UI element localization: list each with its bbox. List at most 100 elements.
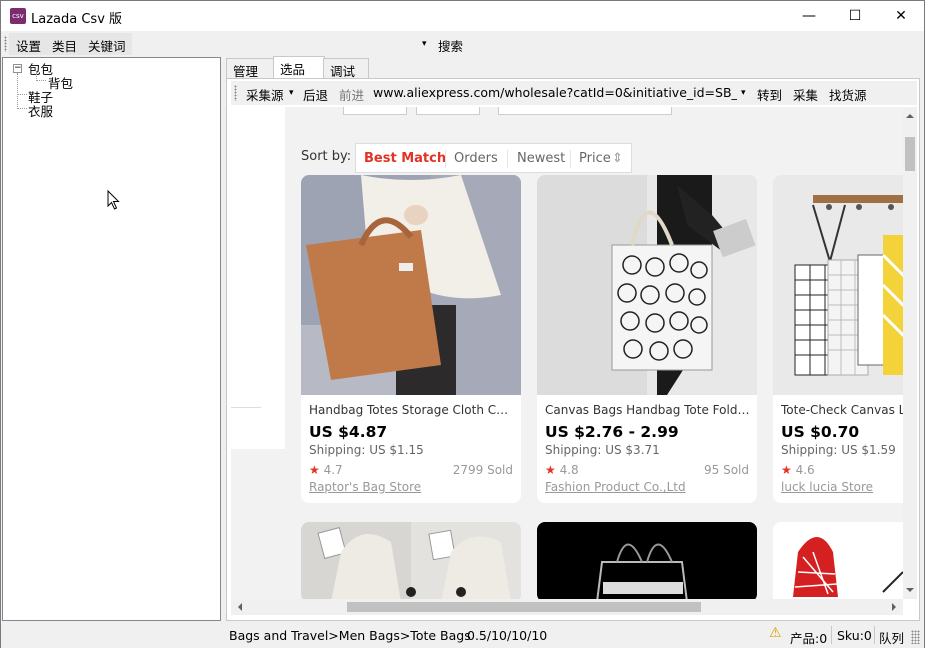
horizontal-scroll-thumb[interactable] bbox=[347, 602, 701, 612]
close-button[interactable]: ✕ bbox=[878, 1, 924, 31]
product-card[interactable] bbox=[773, 522, 903, 599]
menu-search[interactable]: 搜索 bbox=[438, 36, 463, 55]
product-sold: 2799 Sold bbox=[452, 463, 513, 477]
filter-input-partial[interactable] bbox=[416, 107, 480, 115]
window-title: Lazada Csv 版 bbox=[31, 12, 123, 27]
product-image[interactable] bbox=[537, 522, 757, 599]
sort-orders[interactable]: Orders bbox=[454, 151, 498, 166]
product-rating: ★ 4.6 bbox=[781, 463, 815, 477]
store-link[interactable]: Raptor's Bag Store bbox=[309, 480, 421, 494]
product-shipping: Shipping: US $1.15 bbox=[309, 443, 424, 457]
resize-grip-icon[interactable] bbox=[911, 630, 920, 644]
search-dropdown-icon[interactable]: ▾ bbox=[422, 39, 427, 49]
product-shipping: Shipping: US $1.59 bbox=[781, 443, 896, 457]
product-rating: ★ 4.8 bbox=[545, 463, 579, 477]
product-title[interactable]: Tote-Check Canvas Linen bbox=[781, 403, 903, 417]
title-bar: csv Lazada Csv 版 — ☐ ✕ bbox=[1, 1, 924, 31]
product-title[interactable]: Canvas Bags Handbag Tote Foldable bbox=[545, 403, 751, 417]
address-toolbar: 采集源 ▾ 后退 前进 www.aliexpress.com/wholesale… bbox=[231, 81, 917, 105]
minimize-button[interactable]: — bbox=[786, 1, 832, 31]
tab-debug[interactable]: 调试 bbox=[323, 58, 369, 79]
sort-price[interactable]: Price bbox=[579, 151, 611, 166]
product-price: US $2.76 - 2.99 bbox=[545, 423, 679, 441]
source-dropdown-icon[interactable]: ▾ bbox=[289, 88, 294, 98]
tree-line bbox=[36, 80, 46, 81]
find-source-button[interactable]: 找货源 bbox=[829, 85, 867, 104]
sort-best-match[interactable]: Best Match bbox=[364, 151, 446, 166]
browser-panel: 采集源 ▾ 后退 前进 www.aliexpress.com/wholesale… bbox=[226, 78, 920, 621]
scroll-down-icon[interactable] bbox=[903, 583, 917, 597]
sort-newest[interactable]: Newest bbox=[517, 151, 565, 166]
filter-input-partial[interactable] bbox=[343, 107, 407, 115]
scroll-left-icon[interactable] bbox=[233, 599, 247, 615]
divider bbox=[231, 407, 261, 408]
product-card[interactable]: Tote-Check Canvas Linen US $0.70 Shippin… bbox=[773, 175, 903, 503]
url-dropdown-icon[interactable]: ▾ bbox=[741, 88, 746, 98]
tab-manage[interactable]: 管理 bbox=[226, 58, 274, 79]
divider bbox=[570, 150, 571, 168]
tree-node-clothes[interactable]: 衣服 bbox=[28, 101, 53, 120]
tree-line bbox=[17, 94, 27, 95]
collect-button[interactable]: 采集 bbox=[793, 85, 818, 104]
forward-button[interactable]: 前进 bbox=[339, 85, 364, 104]
product-card[interactable]: Canvas Bags Handbag Tote Foldable US $2.… bbox=[537, 175, 757, 503]
menu-bar: 设置 类目 关键词 ▾ 搜索 bbox=[1, 32, 924, 56]
vertical-scrollbar[interactable] bbox=[903, 107, 917, 599]
product-card[interactable] bbox=[537, 522, 757, 599]
web-view[interactable]: Sort by: Best Match Orders Newest Price … bbox=[231, 107, 903, 599]
product-card[interactable]: Handbag Totes Storage Cloth Canvas US $4… bbox=[301, 175, 521, 503]
store-link[interactable]: luck lucia Store bbox=[781, 480, 873, 494]
category-breadcrumb: Bags and Travel>Men Bags>Tote Bags bbox=[229, 628, 471, 643]
product-rating: ★ 4.7 bbox=[309, 463, 343, 477]
toolbar-grip[interactable] bbox=[4, 36, 7, 52]
star-icon: ★ bbox=[545, 463, 556, 477]
app-icon: csv bbox=[10, 8, 26, 24]
star-icon: ★ bbox=[309, 463, 320, 477]
source-dropdown[interactable]: 采集源 bbox=[246, 85, 284, 104]
product-image[interactable] bbox=[537, 175, 757, 395]
product-count: 产品:0 bbox=[790, 631, 828, 646]
status-bar: Bags and Travel>Men Bags>Tote Bags 0.5/1… bbox=[1, 622, 924, 648]
back-button[interactable]: 后退 bbox=[303, 85, 328, 104]
sort-label: Sort by: bbox=[301, 149, 352, 164]
divider bbox=[507, 150, 508, 168]
mouse-cursor-icon bbox=[107, 190, 120, 210]
divider bbox=[874, 626, 875, 644]
product-price: US $4.87 bbox=[309, 423, 388, 441]
warning-icon: ⚠ bbox=[769, 625, 782, 641]
store-link[interactable]: Fashion Product Co.,Ltd bbox=[545, 480, 686, 494]
menu-keywords[interactable]: 关键词 bbox=[88, 36, 126, 55]
filter-input-partial[interactable] bbox=[498, 107, 672, 115]
divider bbox=[445, 150, 446, 168]
collapse-icon[interactable]: − bbox=[13, 64, 22, 73]
product-image[interactable] bbox=[773, 522, 903, 599]
sku-count: Sku:0 bbox=[837, 628, 872, 643]
toolbar-grip[interactable] bbox=[234, 85, 237, 101]
rate-values: 0.5/10/10/10 bbox=[467, 628, 548, 643]
price-sort-icon[interactable]: ⇕ bbox=[612, 151, 623, 166]
scroll-right-icon[interactable] bbox=[887, 599, 901, 615]
product-image[interactable] bbox=[301, 522, 521, 599]
queue-label: 队列 bbox=[879, 631, 905, 646]
category-tree[interactable]: − 包包 背包 鞋子 衣服 bbox=[2, 57, 221, 621]
product-title[interactable]: Handbag Totes Storage Cloth Canvas bbox=[309, 403, 515, 417]
app-window: csv Lazada Csv 版 — ☐ ✕ 设置 类目 关键词 ▾ 搜索 − … bbox=[0, 0, 925, 648]
tab-select[interactable]: 选品 bbox=[273, 56, 325, 78]
star-icon: ★ bbox=[781, 463, 792, 477]
goto-button[interactable]: 转到 bbox=[757, 85, 782, 104]
scroll-up-icon[interactable] bbox=[903, 109, 917, 123]
maximize-button[interactable]: ☐ bbox=[832, 1, 878, 31]
horizontal-scrollbar[interactable] bbox=[231, 599, 903, 615]
product-card[interactable] bbox=[301, 522, 521, 599]
tree-line bbox=[17, 108, 27, 109]
rating-value: 4.6 bbox=[795, 463, 815, 477]
product-image[interactable] bbox=[773, 175, 903, 395]
menu-settings[interactable]: 设置 bbox=[16, 36, 41, 55]
vertical-scroll-thumb[interactable] bbox=[905, 137, 915, 171]
product-image[interactable] bbox=[301, 175, 521, 395]
menu-category[interactable]: 类目 bbox=[52, 36, 77, 55]
rating-value: 4.7 bbox=[323, 463, 343, 477]
product-price: US $0.70 bbox=[781, 423, 860, 441]
url-input[interactable]: www.aliexpress.com/wholesale?catId=0&ini… bbox=[373, 85, 737, 100]
divider bbox=[831, 626, 832, 644]
